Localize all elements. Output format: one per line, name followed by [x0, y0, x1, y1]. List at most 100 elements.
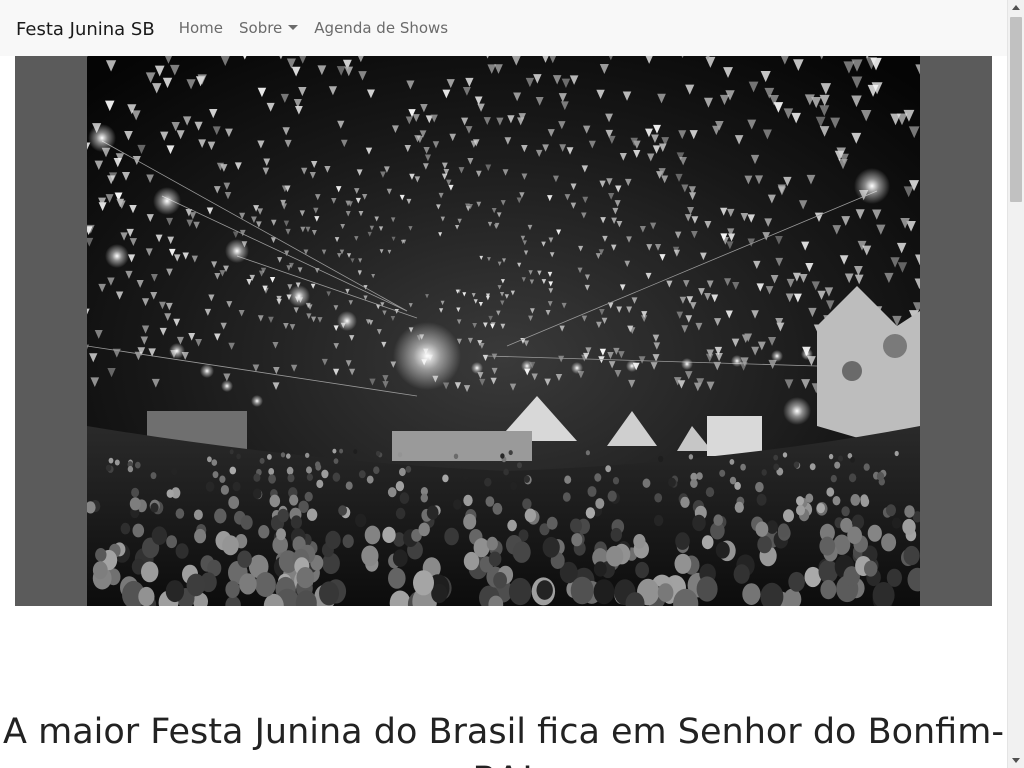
crowd-person	[296, 567, 315, 589]
crowd-person	[610, 527, 622, 542]
crowd-person	[388, 567, 406, 589]
nav-dropdown-sobre[interactable]: Sobre	[231, 19, 306, 37]
crowd-person	[570, 518, 582, 533]
crowd-person	[587, 486, 597, 497]
crowd-person	[165, 580, 185, 603]
crowd-person	[777, 523, 790, 538]
crowd-person	[321, 469, 329, 479]
nav-link-agenda[interactable]: Agenda de Shows	[306, 19, 456, 37]
crowd-person	[387, 487, 397, 498]
crowd-person	[593, 561, 607, 577]
crowd-person	[228, 496, 240, 509]
hero-image	[87, 56, 920, 606]
light-glow	[221, 380, 233, 392]
crowd-person	[345, 481, 353, 490]
crowd-person	[841, 506, 850, 517]
crowd-person	[503, 468, 509, 476]
crowd-person	[129, 497, 141, 511]
screen-shape	[707, 416, 762, 456]
crowd-person	[517, 462, 522, 469]
light-glow	[153, 187, 181, 215]
crowd-person	[289, 494, 299, 506]
crowd-person	[848, 473, 857, 483]
crowd-person	[612, 477, 620, 485]
crowd-person	[488, 551, 502, 567]
vertical-scrollbar[interactable]	[1007, 0, 1024, 768]
crowd-person	[105, 464, 112, 472]
crowd-person	[860, 496, 870, 507]
crowd-person	[212, 471, 219, 479]
crowd-person	[653, 514, 664, 527]
crowd-person	[353, 449, 358, 454]
crowd-person	[696, 472, 703, 480]
crowd-person	[338, 505, 347, 516]
light-glow	[288, 285, 310, 307]
crowd-person	[832, 496, 841, 506]
crowd-person	[175, 508, 185, 519]
crowd-person	[805, 493, 814, 503]
page: Festa Junina SB Home Sobre Agenda de Sho…	[0, 0, 1007, 768]
crowd-person	[863, 463, 870, 471]
crowd-person	[395, 507, 406, 520]
crowd-person	[757, 535, 772, 554]
crowd-person	[92, 561, 108, 580]
crowd-person	[850, 456, 855, 463]
scroll-thumb[interactable]	[1010, 17, 1022, 202]
crowd-person	[373, 466, 380, 475]
arrow-up-icon[interactable]	[1012, 5, 1020, 10]
crowd-person	[593, 579, 615, 605]
crowd-person	[542, 536, 560, 558]
light-glow	[521, 360, 533, 372]
crowd-person	[605, 465, 612, 473]
crowd-person	[277, 508, 289, 523]
crowd-person	[237, 550, 252, 568]
crowd-person	[141, 561, 159, 583]
crowd-person	[399, 492, 410, 504]
crowd-person	[399, 467, 406, 477]
crowd-person	[902, 518, 916, 535]
crowd-person	[305, 452, 310, 458]
crowd-person	[108, 457, 114, 464]
crowd-person	[306, 473, 313, 481]
crowd-person	[830, 474, 837, 483]
crowd-person	[442, 474, 449, 483]
crowd-person	[333, 458, 339, 464]
crowd-person	[881, 533, 897, 552]
crowd-person	[876, 471, 885, 481]
crowd-person	[696, 576, 718, 602]
light-glow	[571, 362, 583, 374]
crowd-person	[194, 528, 207, 544]
crowd-person	[793, 461, 800, 469]
crowd-person	[729, 459, 735, 465]
crowd-person	[240, 515, 253, 530]
crowd-person	[847, 526, 862, 545]
crowd-person	[719, 469, 726, 477]
crowd-person	[733, 564, 750, 584]
navbar: Festa Junina SB Home Sobre Agenda de Sho…	[0, 0, 1007, 56]
light-glow	[771, 350, 783, 362]
crowd-person	[286, 466, 294, 475]
crowd-person	[867, 524, 882, 542]
crowd-person	[607, 490, 617, 502]
crowd-person	[756, 493, 767, 506]
crowd-person	[375, 450, 381, 457]
crowd-person	[332, 472, 341, 482]
crowd-person	[280, 452, 286, 458]
crowd-person	[342, 534, 354, 548]
arrow-down-icon[interactable]	[1012, 758, 1020, 763]
crowd-person	[773, 454, 779, 461]
crowd-person	[131, 487, 140, 498]
crowd-person	[418, 522, 430, 537]
crowd-person	[819, 536, 836, 556]
light-glow	[626, 360, 638, 372]
crowd-person	[493, 572, 507, 589]
navbar-brand[interactable]: Festa Junina SB	[16, 19, 155, 40]
crowd-person	[570, 576, 594, 605]
crowd-person	[886, 504, 896, 517]
crowd-person	[259, 457, 265, 464]
crowd-person	[366, 475, 374, 484]
crowd-person	[903, 545, 920, 566]
nav-link-home[interactable]: Home	[171, 19, 231, 37]
crowd-person	[355, 513, 367, 528]
crowd-person	[594, 473, 602, 482]
